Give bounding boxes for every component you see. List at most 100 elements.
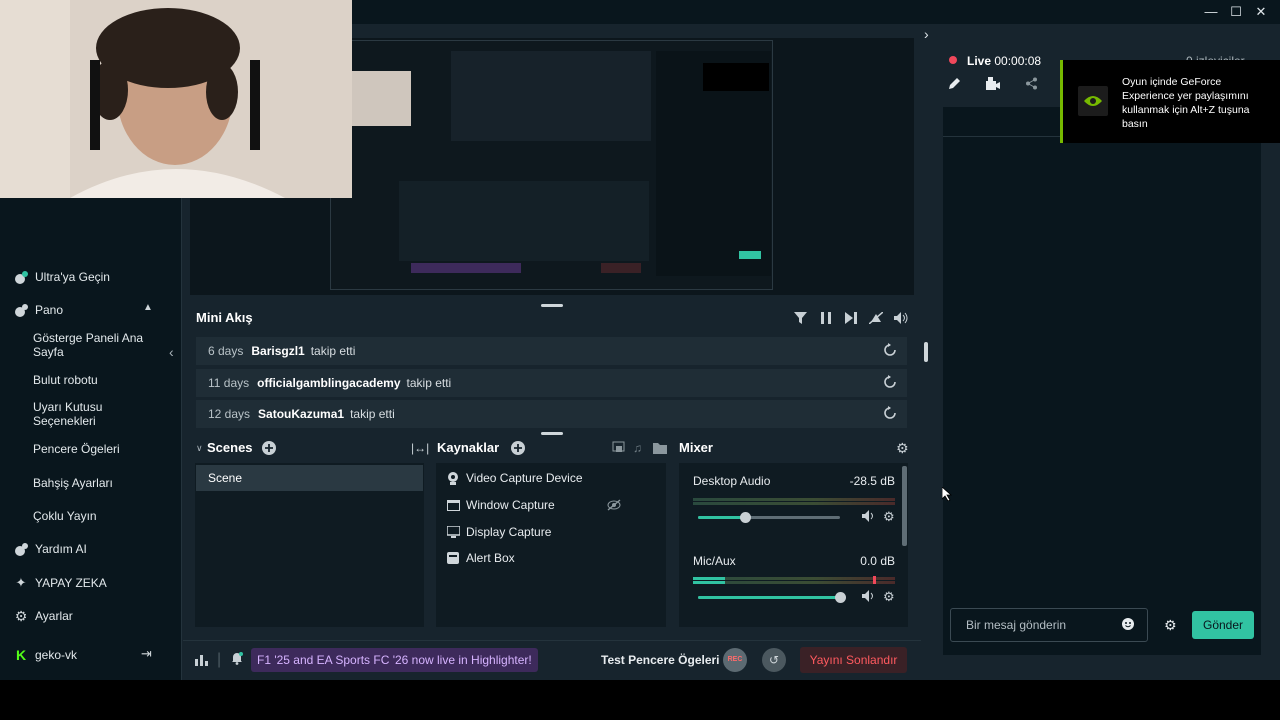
- sidebar-item-settings[interactable]: ⚙ Ayarlar: [13, 608, 73, 624]
- volume-slider-knob[interactable]: [740, 512, 751, 523]
- emoji-icon[interactable]: [1122, 617, 1136, 631]
- audio-meter-level: [693, 581, 725, 584]
- mixer-settings-icon[interactable]: ⚙: [896, 440, 909, 457]
- channel-settings-icon[interactable]: ⚙: [883, 509, 895, 525]
- sidebar-item-label: Ayarlar: [35, 609, 73, 623]
- add-source-icon[interactable]: [511, 441, 525, 460]
- sidebar-item-label: Pencere Ögeleri: [33, 442, 120, 456]
- replay-alert-icon[interactable]: [883, 343, 897, 360]
- source-label: Alert Box: [466, 551, 515, 565]
- sidebar-item-label: Gösterge Paneli Ana Sayfa: [33, 331, 144, 359]
- kick-logo-icon: K: [15, 647, 27, 663]
- source-group-icon[interactable]: [612, 441, 625, 459]
- replay-buffer-button[interactable]: ↺: [762, 648, 786, 672]
- feed-scrollbar[interactable]: [924, 342, 928, 362]
- sidebar-item-widgets[interactable]: Pencere Ögeleri: [33, 442, 158, 456]
- mixer-channel-name: Mic/Aux: [693, 554, 736, 568]
- minimize-icon[interactable]: —: [1201, 3, 1221, 21]
- volume-slider-fill: [698, 596, 840, 599]
- mic-disabled-icon[interactable]: ♫: [633, 441, 642, 455]
- feed-row[interactable]: 6 days Barisgzl1 takip etti: [196, 337, 907, 365]
- feed-row[interactable]: 12 days SatouKazuma1 takip etti: [196, 400, 907, 428]
- chat-messages-area[interactable]: [943, 137, 1261, 655]
- audio-peak-marker: [873, 576, 876, 584]
- sidebar-item-ultra[interactable]: Ultra'ya Geçin: [13, 269, 110, 285]
- source-item[interactable]: Display Capture: [446, 525, 551, 539]
- scene-item[interactable]: Scene: [196, 465, 423, 491]
- record-button[interactable]: REC: [723, 648, 747, 672]
- performance-stats-icon[interactable]: [195, 653, 208, 671]
- sidebar-item-cloudbot[interactable]: Bulut robotu: [33, 373, 158, 387]
- speaker-icon[interactable]: [862, 510, 875, 525]
- volume-slider-knob[interactable]: [835, 592, 846, 603]
- camera-icon[interactable]: [986, 77, 1000, 95]
- feed-row[interactable]: 11 days officialgamblingacademy takip et…: [196, 369, 907, 397]
- sidebar-item-dashboard[interactable]: Pano: [13, 302, 63, 318]
- status-divider: |: [217, 651, 222, 668]
- live-timer: 00:00:08: [994, 54, 1042, 68]
- replay-alert-icon[interactable]: [883, 406, 897, 423]
- user-profile[interactable]: K geko-vk: [13, 647, 77, 663]
- speaker-icon[interactable]: [862, 590, 875, 605]
- feed-resize-handle[interactable]: [541, 432, 563, 435]
- close-icon[interactable]: ✕: [1251, 3, 1271, 21]
- window-icon: [446, 498, 460, 512]
- volume-slider-fill: [698, 516, 745, 519]
- feed-time: 11 days: [208, 376, 250, 390]
- preview-resize-handle[interactable]: [541, 304, 563, 307]
- end-stream-button[interactable]: Yayını Sonlandır: [800, 647, 907, 673]
- scene-transitions-icon[interactable]: |↔|: [411, 441, 429, 455]
- chevron-down-icon[interactable]: ∨: [196, 443, 203, 454]
- streamlabs-window: — ☐ ✕ Ultra'ya Geçin Pano ▲ Gösterge Pan…: [0, 0, 1280, 680]
- mouse-cursor-icon: [941, 486, 953, 506]
- mixer-channel-db: -28.5 dB: [849, 474, 895, 488]
- logout-icon[interactable]: ⇥: [141, 646, 152, 662]
- mixer-title: Mixer: [679, 440, 713, 455]
- skip-icon[interactable]: [845, 311, 857, 329]
- sidebar-item-tips[interactable]: Bahşiş Ayarları: [33, 476, 158, 490]
- mixer-scrollbar[interactable]: [902, 466, 907, 546]
- feed-action: takip etti: [350, 407, 395, 421]
- send-message-button[interactable]: Gönder: [1192, 611, 1254, 639]
- ai-sparkle-icon: ✦: [15, 575, 27, 590]
- notifications-icon[interactable]: [230, 651, 244, 670]
- sidebar-item-ai[interactable]: ✦ YAPAY ZEKA: [13, 575, 107, 591]
- pause-icon[interactable]: [821, 311, 831, 329]
- feed-time: 6 days: [208, 344, 244, 358]
- audio-meter: [693, 498, 895, 501]
- maximize-icon[interactable]: ☐: [1226, 3, 1246, 21]
- chevron-up-icon[interactable]: ▲: [143, 302, 153, 313]
- edit-stream-info-icon[interactable]: [948, 77, 961, 95]
- source-item[interactable]: Window Capture: [446, 498, 555, 512]
- chevron-left-icon[interactable]: ‹: [169, 344, 174, 360]
- sidebar-item-multistream[interactable]: Çoklu Yayın: [33, 509, 158, 523]
- add-folder-icon[interactable]: [653, 441, 667, 459]
- taskbar-area: [0, 680, 1280, 720]
- filter-icon[interactable]: [794, 311, 807, 329]
- share-icon[interactable]: [1025, 77, 1038, 95]
- test-widgets-button[interactable]: Test Pencere Ögeleri: [601, 653, 720, 667]
- audio-meter-level: [693, 577, 725, 580]
- visibility-hidden-icon[interactable]: [607, 498, 621, 516]
- highlighter-announcement[interactable]: F1 '25 and EA Sports FC '26 now live in …: [251, 648, 538, 672]
- volume-icon[interactable]: [894, 311, 909, 329]
- add-scene-icon[interactable]: [262, 441, 276, 460]
- sidebar-item-dashboard-home[interactable]: Gösterge Paneli Ana Sayfa: [33, 331, 158, 359]
- live-indicator-dot: [949, 56, 957, 64]
- source-label: Display Capture: [466, 525, 552, 539]
- channel-settings-icon[interactable]: ⚙: [883, 589, 895, 605]
- webcam-icon: [446, 471, 460, 485]
- source-item[interactable]: Alert Box: [446, 551, 515, 565]
- chevron-right-icon[interactable]: ›: [924, 26, 929, 42]
- toast-message: Oyun içinde GeForce Experience yer payla…: [1122, 76, 1250, 130]
- ultra-icon: [13, 269, 29, 285]
- replay-alert-icon[interactable]: [883, 375, 897, 392]
- sidebar-item-alertbox[interactable]: Uyarı Kutusu Seçenekleri: [33, 400, 158, 428]
- mute-alerts-icon[interactable]: [868, 311, 884, 329]
- source-item[interactable]: Video Capture Device: [446, 471, 583, 485]
- feed-time: 12 days: [208, 407, 251, 421]
- sidebar-item-help-ai[interactable]: Yardım AI: [13, 541, 87, 557]
- sidebar-item-label: YAPAY ZEKA: [35, 576, 107, 590]
- chat-settings-icon[interactable]: ⚙: [1164, 617, 1177, 634]
- chat-message-input[interactable]: [950, 608, 1148, 642]
